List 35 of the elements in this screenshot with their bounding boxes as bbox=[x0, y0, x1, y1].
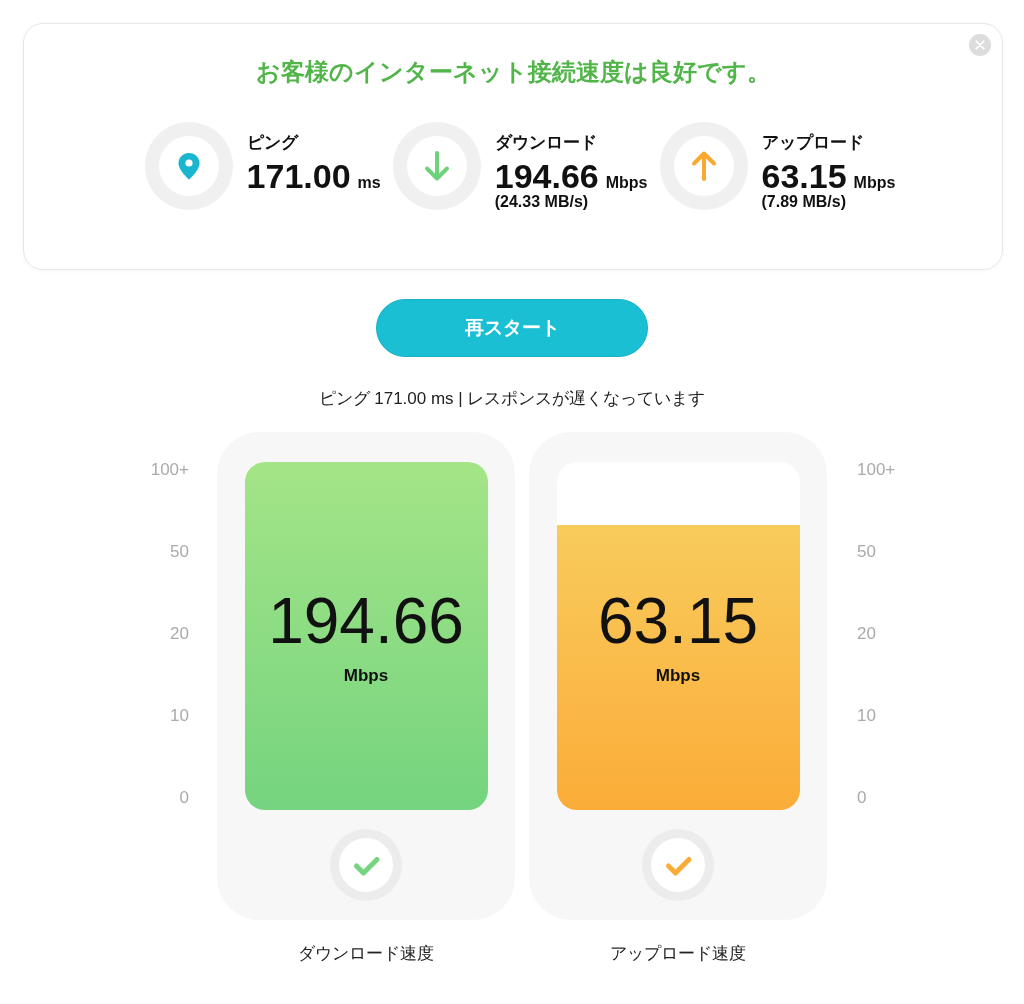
scale-label: 10 bbox=[170, 706, 189, 726]
scale-label: 20 bbox=[170, 624, 189, 644]
restart-button[interactable]: 再スタート bbox=[376, 299, 648, 357]
speed-unit: Mbps bbox=[343, 666, 389, 686]
scale-label: 50 bbox=[857, 542, 876, 562]
scale-label: 10 bbox=[857, 706, 876, 726]
scale-label: 100+ bbox=[150, 460, 189, 480]
scale-label: 20 bbox=[857, 624, 876, 644]
stat-value: 63.15 bbox=[761, 157, 847, 195]
stat-rate: (24.33 MB/s) bbox=[494, 192, 589, 212]
close-icon bbox=[969, 34, 991, 56]
stat-unit: Mbps bbox=[605, 174, 648, 192]
gauge-caption: アップロード速度 bbox=[610, 943, 746, 965]
scale-label: 0 bbox=[857, 788, 867, 808]
stat-value: 194.66 bbox=[494, 157, 599, 195]
stat-label: ダウンロード bbox=[494, 132, 597, 154]
speed-value: 194.66 bbox=[268, 586, 464, 656]
close-button[interactable] bbox=[969, 34, 991, 56]
stat-unit: Mbps bbox=[853, 174, 896, 192]
gauge-caption: ダウンロード速度 bbox=[298, 943, 434, 965]
result-title: お客様のインターネット接続速度は良好です。 bbox=[255, 57, 771, 87]
stat-value: 171.00 bbox=[246, 157, 351, 195]
stat-label: アップロード bbox=[761, 132, 864, 154]
stat-label: ピング bbox=[246, 132, 298, 154]
stat-rate: (7.89 MB/s) bbox=[761, 192, 846, 212]
status-message: ピング 171.00 ms | レスポンスが遅くなっています bbox=[318, 388, 706, 410]
scale-label: 0 bbox=[179, 788, 189, 808]
stat-unit: ms bbox=[357, 174, 381, 192]
check-icon bbox=[330, 829, 402, 901]
scale-label: 50 bbox=[170, 542, 189, 562]
location-pin-icon bbox=[144, 122, 233, 210]
speed-unit: Mbps bbox=[655, 666, 701, 686]
check-icon bbox=[642, 829, 714, 901]
scale-label: 100+ bbox=[857, 460, 896, 480]
speed-value: 63.15 bbox=[597, 586, 759, 656]
